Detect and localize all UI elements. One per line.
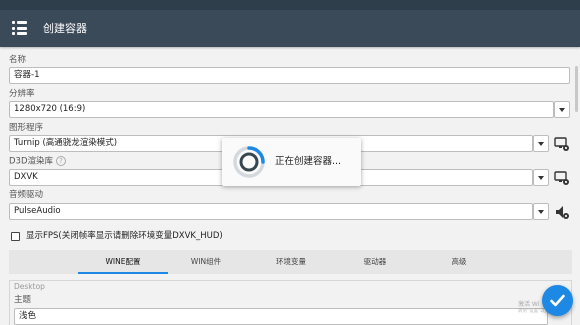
tab-env-vars[interactable]: 环境变量 [246, 250, 336, 274]
resolution-label: 分辨率 [9, 89, 35, 99]
scrollbar[interactable] [575, 66, 578, 112]
system-status-bar [0, 0, 580, 10]
d3d-label: D3D渲染库? [9, 156, 66, 168]
app-bar: 创建容器 [0, 10, 580, 47]
audio-label: 音频驱动 [9, 190, 44, 200]
settings-tabs: WINE配置 WIN组件 环境变量 驱动器 高级 [9, 250, 572, 274]
audio-dropdown-button[interactable] [533, 203, 549, 220]
progress-message: 正在创建容器... [275, 156, 342, 167]
page-title: 创建容器 [43, 22, 87, 35]
chevron-down-icon [538, 142, 544, 146]
tab-advanced[interactable]: 高级 [414, 250, 504, 274]
fps-checkbox-label: 显示FPS(关闭帧率显示请删除环境变量DXVK_HUD) [26, 231, 223, 241]
tab-wine-config[interactable]: WINE配置 [78, 250, 168, 274]
resolution-dropdown-button[interactable] [554, 101, 570, 118]
d3d-dropdown-button[interactable] [533, 169, 549, 186]
graphics-dropdown-button[interactable] [533, 135, 549, 152]
audio-settings-icon[interactable] [554, 204, 570, 220]
resolution-select[interactable]: 1280x720 (16:9) [9, 101, 554, 118]
checkmark-icon [550, 294, 565, 307]
audio-select[interactable]: PulseAudio [9, 203, 533, 220]
d3d-settings-icon[interactable] [554, 170, 570, 186]
chevron-down-icon [538, 210, 544, 214]
name-label: 名称 [9, 55, 27, 65]
theme-select[interactable]: 浅色 [14, 308, 548, 325]
name-input[interactable]: 容器-1 [9, 67, 570, 84]
loading-spinner-icon [233, 146, 265, 178]
graphics-settings-icon[interactable] [554, 136, 570, 152]
graphics-label: 图形程序 [9, 123, 44, 133]
activation-watermark: 激活 Wi [518, 301, 540, 308]
desktop-section-title: Desktop [14, 282, 45, 291]
active-tab-indicator [78, 272, 168, 274]
chevron-down-icon [538, 176, 544, 180]
hamburger-menu-icon[interactable] [12, 21, 27, 35]
confirm-button[interactable] [542, 285, 573, 316]
theme-label: 主题 [14, 295, 32, 305]
fps-checkbox[interactable] [11, 232, 20, 241]
tab-drives[interactable]: 驱动器 [330, 250, 420, 274]
progress-dialog: 正在创建容器... [222, 138, 361, 186]
help-icon[interactable]: ? [56, 156, 66, 166]
d3d-label-text: D3D渲染库 [9, 156, 53, 167]
tab-win-components[interactable]: WIN组件 [161, 250, 251, 274]
chevron-down-icon [559, 108, 565, 112]
